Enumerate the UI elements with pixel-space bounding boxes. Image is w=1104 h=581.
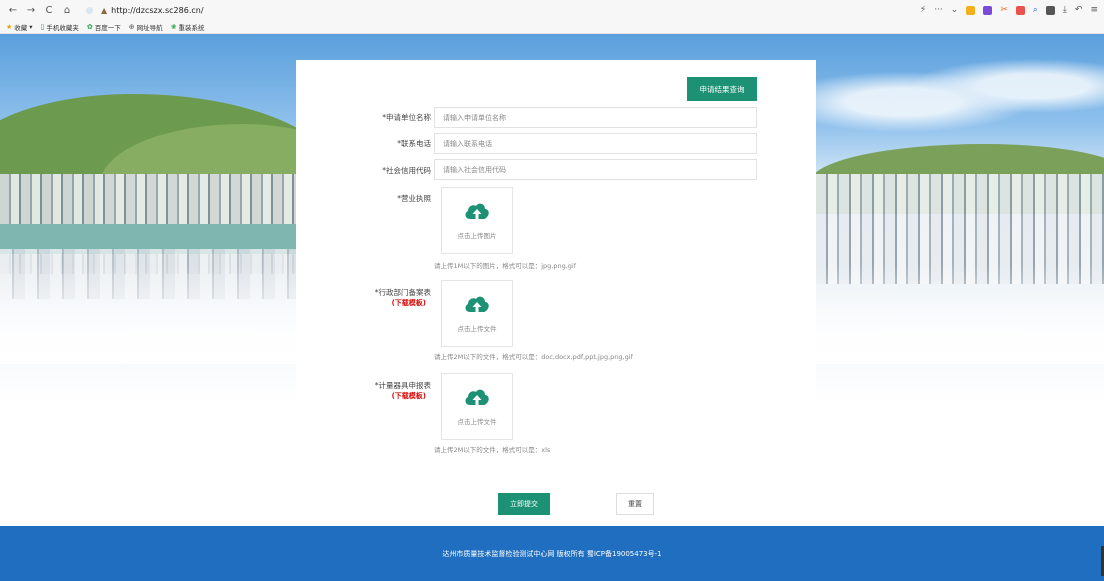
admin-filing-label: *行政部门备案表 xyxy=(374,288,431,297)
bookmark-label: 百度一下 xyxy=(94,23,121,32)
measuring-instrument-label: *计量器具申报表 xyxy=(374,381,431,390)
search-icon[interactable]: ⌕ xyxy=(1033,5,1038,15)
back-arrow-icon[interactable]: ← xyxy=(6,3,20,17)
measuring-instrument-upload[interactable]: 点击上传文件 xyxy=(441,373,513,440)
bookmark-label: 网址导航 xyxy=(136,23,163,32)
undo-icon[interactable]: ↶ xyxy=(1075,5,1083,15)
star-icon: ★ xyxy=(6,22,13,31)
bookmark-mobile[interactable]: ▯ 手机收藏夹 xyxy=(41,22,79,32)
mobile-icon: ▯ xyxy=(40,22,45,31)
bookmark-label: 收藏 xyxy=(14,23,28,32)
phone-label: *联系电话 xyxy=(397,139,431,148)
credit-code-input[interactable] xyxy=(434,159,757,180)
upload-text: 点击上传文件 xyxy=(457,325,497,333)
menu-icon[interactable]: ≡ xyxy=(1090,5,1098,15)
bookmark-reinstall[interactable]: ❀ 重装系统 xyxy=(171,22,205,32)
upload-text: 点击上传文件 xyxy=(457,418,497,426)
bookmark-label: 手机收藏夹 xyxy=(46,23,79,32)
bookmark-baidu[interactable]: ✿ 百度一下 xyxy=(87,22,121,32)
clouds-decoration xyxy=(816,54,1104,134)
upload-hint: 请上传2M以下的文件，格式可以是：doc,docx,pdf,ppt,jpg,pn… xyxy=(434,353,633,361)
scissors-icon[interactable]: ✂ xyxy=(1000,5,1008,15)
purple-extension-icon[interactable] xyxy=(983,5,993,15)
upload-hint: 请上传2M以下的文件，格式可以是：xls xyxy=(434,446,551,454)
home-icon[interactable]: ⌂ xyxy=(60,3,74,17)
forward-arrow-icon[interactable]: → xyxy=(24,3,38,17)
cloud-upload-icon xyxy=(465,389,489,405)
chevron-down-icon[interactable]: ⌄ xyxy=(951,5,959,15)
globe-icon: ⊕ xyxy=(128,22,135,31)
page: 申请结果查询 *申请单位名称 *联系电话 *社会信用代码 *营业执照 点击上传图… xyxy=(0,34,1104,581)
red-extension-icon[interactable] xyxy=(1015,5,1025,15)
company-name-input[interactable] xyxy=(434,107,757,128)
toolbar-right: ⚡ ··· ⌄ ✂ ⌕ ⤓ ↶ ≡ xyxy=(920,5,1098,15)
cloud-upload-icon xyxy=(465,296,489,312)
credit-code-label: *社会信用代码 xyxy=(382,166,431,175)
lightning-icon[interactable]: ⚡ xyxy=(920,5,926,15)
company-name-label: *申请单位名称 xyxy=(382,113,431,122)
query-result-button[interactable]: 申请结果查询 xyxy=(687,77,757,101)
address-url[interactable]: http://dzcszx.sc286.cn/ xyxy=(111,6,203,15)
paw-icon: ✿ xyxy=(86,22,93,31)
bookmark-label: 重装系统 xyxy=(178,23,205,32)
more-icon[interactable]: ··· xyxy=(934,5,943,15)
footer: 达州市质量技术监督检验测试中心网 版权所有 蜀ICP备19005473号-1 xyxy=(0,526,1104,581)
bookmark-favorites[interactable]: ★ 收藏 ▾ xyxy=(6,22,33,32)
address-bar[interactable]: ▲ http://dzcszx.sc286.cn/ xyxy=(86,3,826,17)
cloud-upload-icon xyxy=(465,203,489,219)
upload-text: 点击上传图片 xyxy=(457,232,497,240)
shield-extension-icon[interactable] xyxy=(966,5,976,15)
caret-down-icon: ▾ xyxy=(29,22,33,31)
business-license-upload[interactable]: 点击上传图片 xyxy=(441,187,513,254)
submit-button[interactable]: 立即提交 xyxy=(498,493,550,515)
download-template-link[interactable]: (下载模板) xyxy=(296,391,426,401)
bookmark-nav[interactable]: ⊕ 网址导航 xyxy=(129,22,163,32)
copyright-text: 达州市质量技术监督检验测试中心网 版权所有 蜀ICP备19005473号-1 xyxy=(442,549,662,558)
leaf-icon: ❀ xyxy=(170,22,177,31)
download-icon[interactable]: ⤓ xyxy=(1063,5,1067,15)
refresh-icon[interactable]: C xyxy=(42,3,56,17)
upload-hint: 请上传1M以下的图片，格式可以是：jpg,png,gif xyxy=(434,262,577,270)
site-favicon-icon xyxy=(86,6,93,14)
phone-input[interactable] xyxy=(434,133,757,154)
browser-toolbar: ← → C ⌂ ▲ http://dzcszx.sc286.cn/ ⚡ ··· … xyxy=(0,0,1104,20)
application-form: 申请结果查询 *申请单位名称 *联系电话 *社会信用代码 *营业执照 点击上传图… xyxy=(296,60,816,526)
business-license-label: *营业执照 xyxy=(397,194,431,203)
lock-icon: ▲ xyxy=(101,5,108,15)
admin-filing-upload[interactable]: 点击上传文件 xyxy=(441,280,513,347)
bookmarks-bar: ★ 收藏 ▾ ▯ 手机收藏夹 ✿ 百度一下 ⊕ 网址导航 ❀ 重装系统 xyxy=(0,20,1104,34)
reset-button[interactable]: 重置 xyxy=(616,493,654,515)
download-template-link[interactable]: (下载模板) xyxy=(296,298,426,308)
grid-apps-icon[interactable] xyxy=(1045,5,1055,15)
